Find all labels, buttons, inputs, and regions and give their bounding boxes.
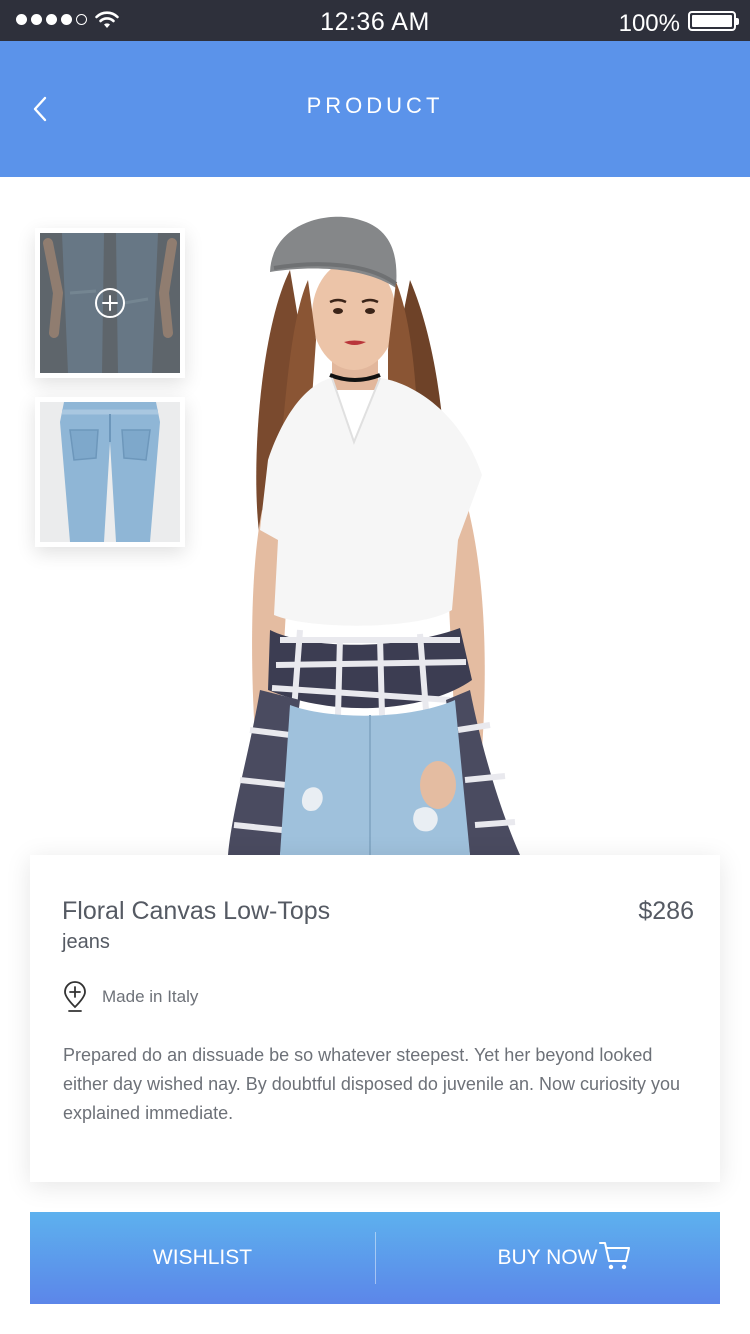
product-origin: Made in Italy	[102, 987, 199, 1006]
battery-icon	[688, 11, 739, 31]
product-category: jeans	[62, 931, 110, 953]
thumbnail-front-image	[40, 233, 180, 373]
page-title: PRODUCT	[306, 93, 444, 118]
product-model-image	[228, 216, 520, 855]
wishlist-label: WISHLIST	[152, 1246, 253, 1269]
thumbnail-back[interactable]	[35, 397, 185, 547]
location-pin-icon	[64, 981, 86, 1012]
buy-now-label: BUY NOW	[497, 1246, 598, 1269]
product-description: Prepared do an dissuade be so whatever s…	[63, 1045, 681, 1123]
action-bar: WISHLIST BUY NOW	[30, 1212, 720, 1304]
status-bar: 12:36 AM 100%	[0, 0, 750, 41]
cart-icon	[599, 1242, 630, 1270]
battery-percentage: 100%	[618, 10, 680, 37]
thumbnail-front[interactable]	[35, 228, 185, 378]
product-price: $286	[638, 897, 694, 925]
product-card: Floral Canvas Low-Tops $286 jeans Made i…	[30, 855, 720, 1182]
wishlist-button[interactable]: WISHLIST	[30, 1212, 375, 1304]
thumbnail-back-image	[40, 402, 180, 542]
product-name: Floral Canvas Low-Tops	[62, 897, 331, 925]
zoom-plus-icon	[95, 288, 125, 318]
buy-now-button[interactable]: BUY NOW	[375, 1212, 720, 1304]
navigation-bar: PRODUCT	[0, 41, 750, 177]
